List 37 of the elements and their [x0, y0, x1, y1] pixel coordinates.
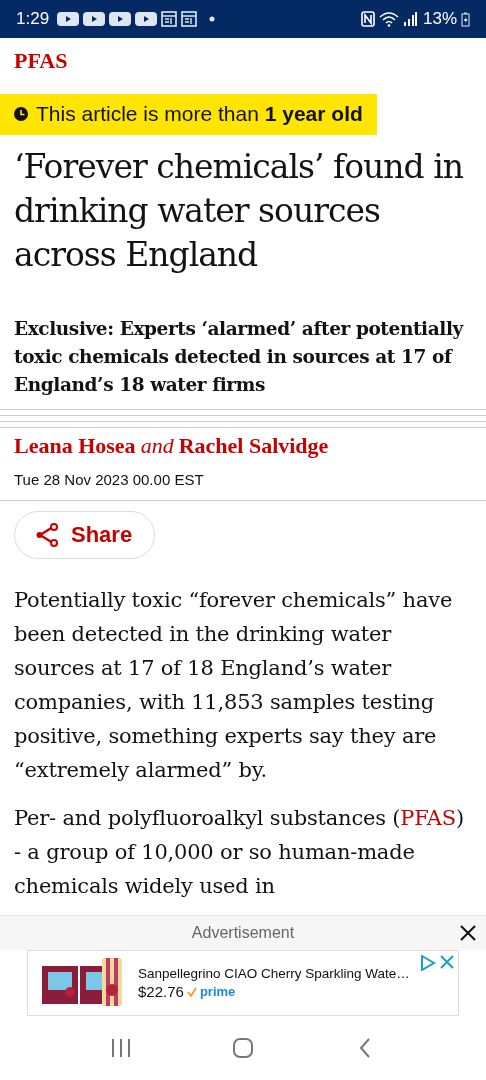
play-notification-icon — [109, 11, 132, 27]
wifi-icon — [378, 11, 399, 27]
body-paragraph: Per- and polyfluoroalkyl substances (PFAS) - a group of 10,000 or so human-made chemicals widely used in — [14, 805, 465, 900]
dateline: Tue 28 Nov 2023 00.00 EST — [14, 471, 205, 488]
status-time: 1:29 — [16, 9, 50, 29]
signal-icon — [402, 12, 417, 26]
news-notification-icon — [161, 11, 178, 27]
home-icon[interactable] — [232, 1037, 254, 1059]
ad-price: $22.76 — [138, 983, 184, 1000]
ad-card[interactable]: Sanpellegrino CIAO Cherry Sparkling Wate… $22.76 prime — [27, 950, 459, 1016]
author-link[interactable]: Rachel Salvidge — [178, 433, 329, 459]
adchoices-icon[interactable] — [420, 955, 436, 971]
share-button[interactable]: Share — [14, 511, 156, 559]
dot-icon — [209, 16, 216, 22]
news-notification-icon — [181, 11, 198, 27]
play-notification-icon — [135, 11, 158, 27]
battery-icon — [461, 11, 470, 27]
section-label[interactable]: PFAS — [14, 38, 472, 82]
battery-percent: 13% — [422, 9, 457, 29]
advertisement-label: Advertisement — [191, 924, 295, 942]
byline-joiner: and — [140, 433, 174, 459]
close-icon[interactable] — [460, 925, 476, 941]
standfirst: Exclusive: Experts ‘alarmed’ after potentially toxic chemicals detected in sources at 17 of England’s 18 water firms — [14, 317, 465, 397]
clock-icon — [14, 107, 28, 121]
check-icon — [186, 986, 197, 997]
author-link[interactable]: Leana Hosea — [14, 433, 136, 459]
headline: ‘Forever chemicals’ found in drinking water sources across England — [14, 146, 464, 276]
age-notice-text: This article is more than 1 year old — [36, 102, 363, 126]
nfc-icon — [360, 11, 375, 27]
recent-apps-icon[interactable] — [110, 1037, 132, 1059]
ad-product-title: Sanpellegrino CIAO Cherry Sparkling Wate… — [138, 966, 406, 981]
share-icon — [35, 523, 59, 547]
play-notification-icon — [57, 11, 80, 27]
prime-label: prime — [199, 984, 236, 999]
pfas-link[interactable]: PFAS — [400, 806, 456, 830]
play-notification-icon — [83, 11, 106, 27]
body-paragraph: Potentially toxic “forever chemicals” have been detected in the drinking water sources at 17 of 18 England’s water companies, with 11,853 samples testing positive, something experts say they are “extremely alarmed” by. — [14, 587, 454, 784]
